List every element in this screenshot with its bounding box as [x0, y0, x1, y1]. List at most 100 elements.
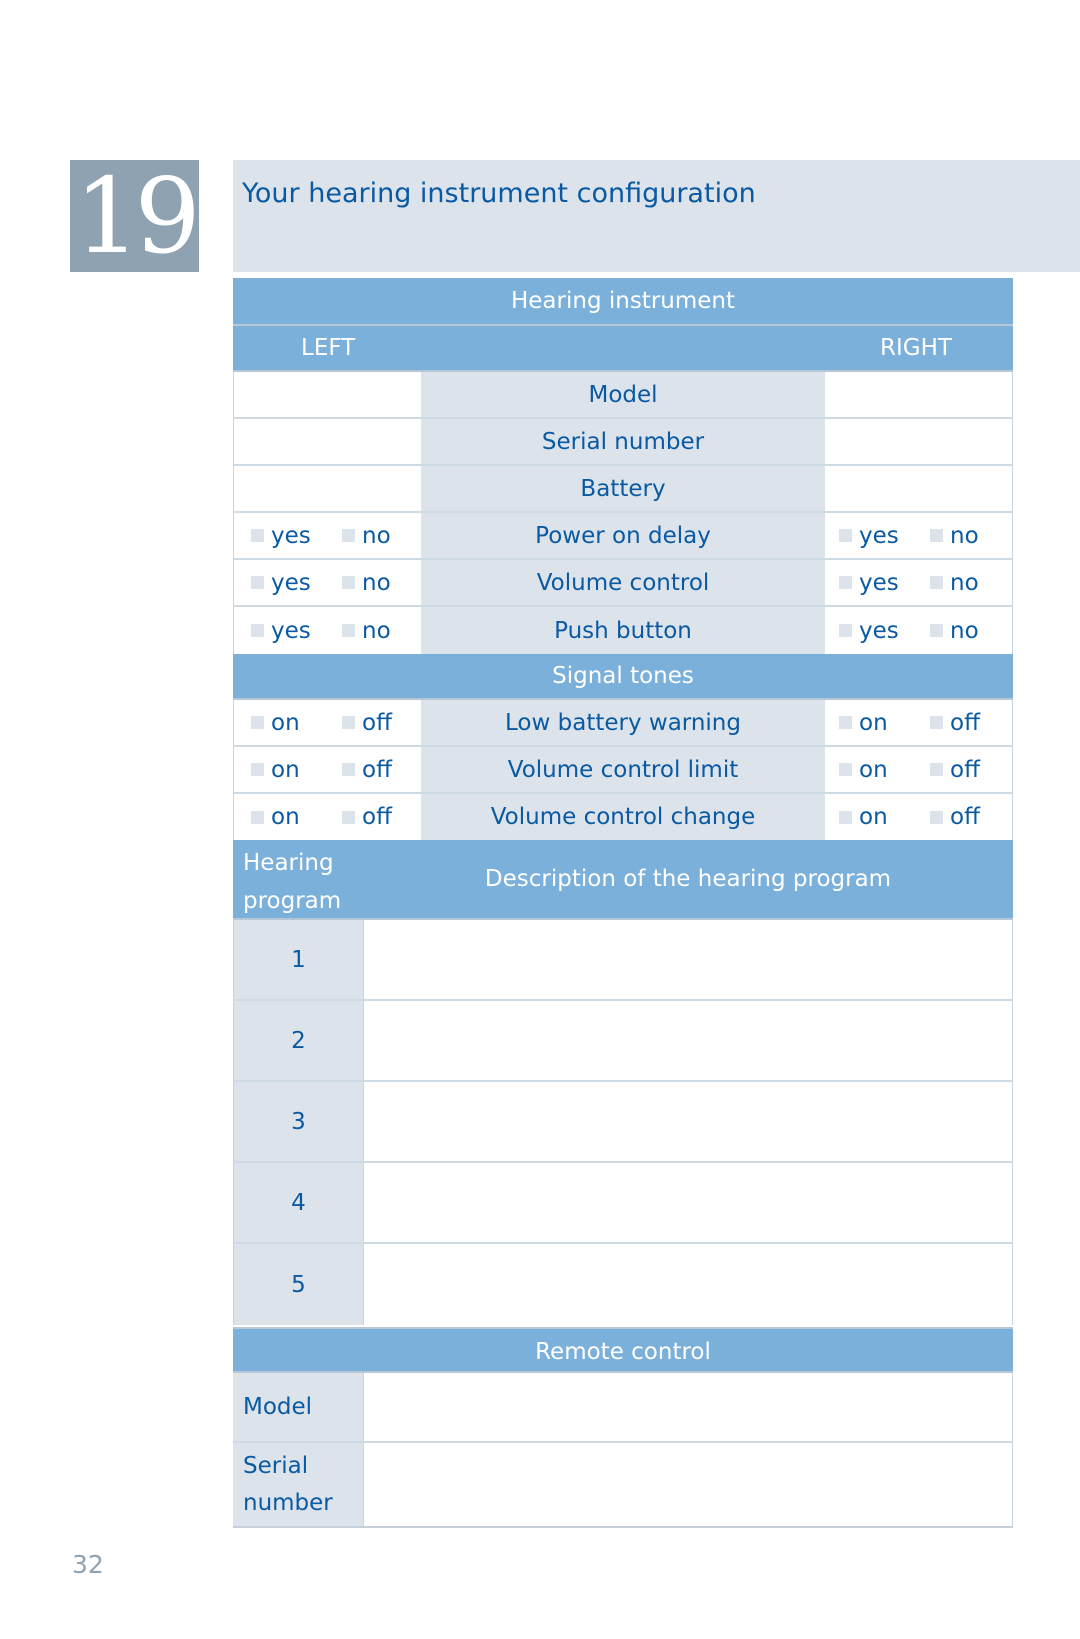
right-no-checkbox[interactable]: no — [930, 513, 979, 558]
program-number: 1 — [233, 920, 363, 999]
program-description-field[interactable] — [363, 1082, 1013, 1161]
row-label: Power on delay — [421, 513, 825, 558]
left-yes-checkbox[interactable]: yes — [251, 513, 311, 558]
signal-row-volume-control-limit: on off Volume control limit on off — [233, 747, 1013, 794]
checkbox-icon — [930, 529, 943, 542]
checkbox-icon — [342, 810, 355, 824]
right-on-checkbox[interactable]: on — [839, 747, 888, 792]
description-column-header: Description of the hearing program — [484, 866, 892, 892]
row-label: Low battery warning — [421, 700, 825, 745]
option-label: yes — [271, 569, 311, 596]
left-options: on off — [233, 794, 421, 840]
left-battery-field[interactable] — [233, 466, 421, 511]
option-label: no — [362, 617, 391, 644]
checkbox-icon — [930, 810, 943, 824]
left-off-checkbox[interactable]: off — [342, 794, 392, 840]
remote-model-field[interactable] — [363, 1373, 1013, 1441]
header-line: Hearing — [243, 850, 334, 876]
option-label: on — [271, 756, 300, 783]
hearing-instrument-header: Hearing instrument — [233, 278, 1013, 326]
info-row-model: Model — [233, 372, 1013, 419]
option-label: on — [859, 756, 888, 783]
checkbox-icon — [839, 624, 852, 637]
option-row-power-on-delay: yes no Power on delay yes no — [233, 513, 1013, 560]
hearing-instrument-title: Hearing instrument — [510, 288, 736, 314]
option-label: off — [950, 804, 980, 830]
right-yes-checkbox[interactable]: yes — [839, 513, 899, 558]
option-label: off — [362, 756, 392, 783]
page-title: Your hearing instrument configuration — [242, 178, 756, 209]
info-row-serial-number: Serial number — [233, 419, 1013, 466]
option-label: no — [950, 522, 979, 549]
option-label: off — [362, 709, 392, 736]
right-on-checkbox[interactable]: on — [839, 794, 888, 840]
checkbox-icon — [251, 576, 264, 589]
right-model-field[interactable] — [825, 372, 1013, 417]
info-row-battery: Battery — [233, 466, 1013, 513]
option-label: no — [362, 522, 391, 549]
page-number: 32 — [72, 1550, 104, 1579]
left-label: LEFT — [301, 335, 356, 361]
option-label: yes — [271, 522, 311, 549]
left-on-checkbox[interactable]: on — [251, 700, 300, 745]
remote-control-header: Remote control — [233, 1327, 1013, 1373]
chapter-number: 19 — [70, 160, 201, 272]
left-yes-checkbox[interactable]: yes — [251, 607, 311, 654]
right-off-checkbox[interactable]: off — [930, 747, 980, 792]
right-battery-field[interactable] — [825, 466, 1013, 511]
signal-row-volume-control-change: on off Volume control change on off — [233, 794, 1013, 840]
left-on-checkbox[interactable]: on — [251, 794, 300, 840]
program-description-field[interactable] — [363, 1001, 1013, 1080]
checkbox-icon — [930, 716, 943, 729]
left-no-checkbox[interactable]: no — [342, 560, 391, 605]
right-yes-checkbox[interactable]: yes — [839, 560, 899, 605]
checkbox-icon — [342, 576, 355, 589]
left-yes-checkbox[interactable]: yes — [251, 560, 311, 605]
left-off-checkbox[interactable]: off — [342, 700, 392, 745]
checkbox-icon — [839, 763, 852, 776]
checkbox-icon — [930, 624, 943, 637]
program-description-field[interactable] — [363, 920, 1013, 999]
row-label: Volume control limit — [421, 747, 825, 792]
option-label: yes — [859, 522, 899, 549]
right-no-checkbox[interactable]: no — [930, 607, 979, 654]
checkbox-icon — [342, 529, 355, 542]
remote-serial-field[interactable] — [363, 1443, 1013, 1526]
program-row: 2 — [233, 1001, 1013, 1082]
program-number: 2 — [233, 1001, 363, 1080]
right-off-checkbox[interactable]: off — [930, 794, 980, 840]
right-no-checkbox[interactable]: no — [930, 560, 979, 605]
remote-model-label: Model — [233, 1373, 363, 1441]
left-no-checkbox[interactable]: no — [342, 607, 391, 654]
remote-model-row: Model — [233, 1373, 1013, 1443]
right-options: on off — [825, 794, 1013, 840]
program-description-field[interactable] — [363, 1163, 1013, 1242]
option-label: on — [859, 804, 888, 830]
checkbox-icon — [839, 576, 852, 589]
row-label: Battery — [421, 466, 825, 511]
right-off-checkbox[interactable]: off — [930, 700, 980, 745]
program-header: Hearing program Description of the heari… — [233, 840, 1013, 920]
row-label: Volume control — [421, 560, 825, 605]
left-right-header: LEFT RIGHT — [233, 326, 1013, 372]
left-off-checkbox[interactable]: off — [342, 747, 392, 792]
left-on-checkbox[interactable]: on — [251, 747, 300, 792]
left-no-checkbox[interactable]: no — [342, 513, 391, 558]
program-description-field[interactable] — [363, 1244, 1013, 1325]
option-label: yes — [271, 617, 311, 644]
program-row: 4 — [233, 1163, 1013, 1244]
right-options: yes no — [825, 607, 1013, 654]
right-serial-field[interactable] — [825, 419, 1013, 464]
option-label: no — [950, 569, 979, 596]
option-label: off — [950, 709, 980, 736]
right-yes-checkbox[interactable]: yes — [839, 607, 899, 654]
right-options: yes no — [825, 513, 1013, 558]
option-row-push-button: yes no Push button yes no — [233, 607, 1013, 654]
header-line: program — [243, 888, 342, 914]
program-column-header: Hearing program — [243, 844, 341, 920]
left-options: on off — [233, 700, 421, 745]
left-serial-field[interactable] — [233, 419, 421, 464]
remote-serial-label: Serial number — [233, 1443, 363, 1526]
left-model-field[interactable] — [233, 372, 421, 417]
right-on-checkbox[interactable]: on — [839, 700, 888, 745]
